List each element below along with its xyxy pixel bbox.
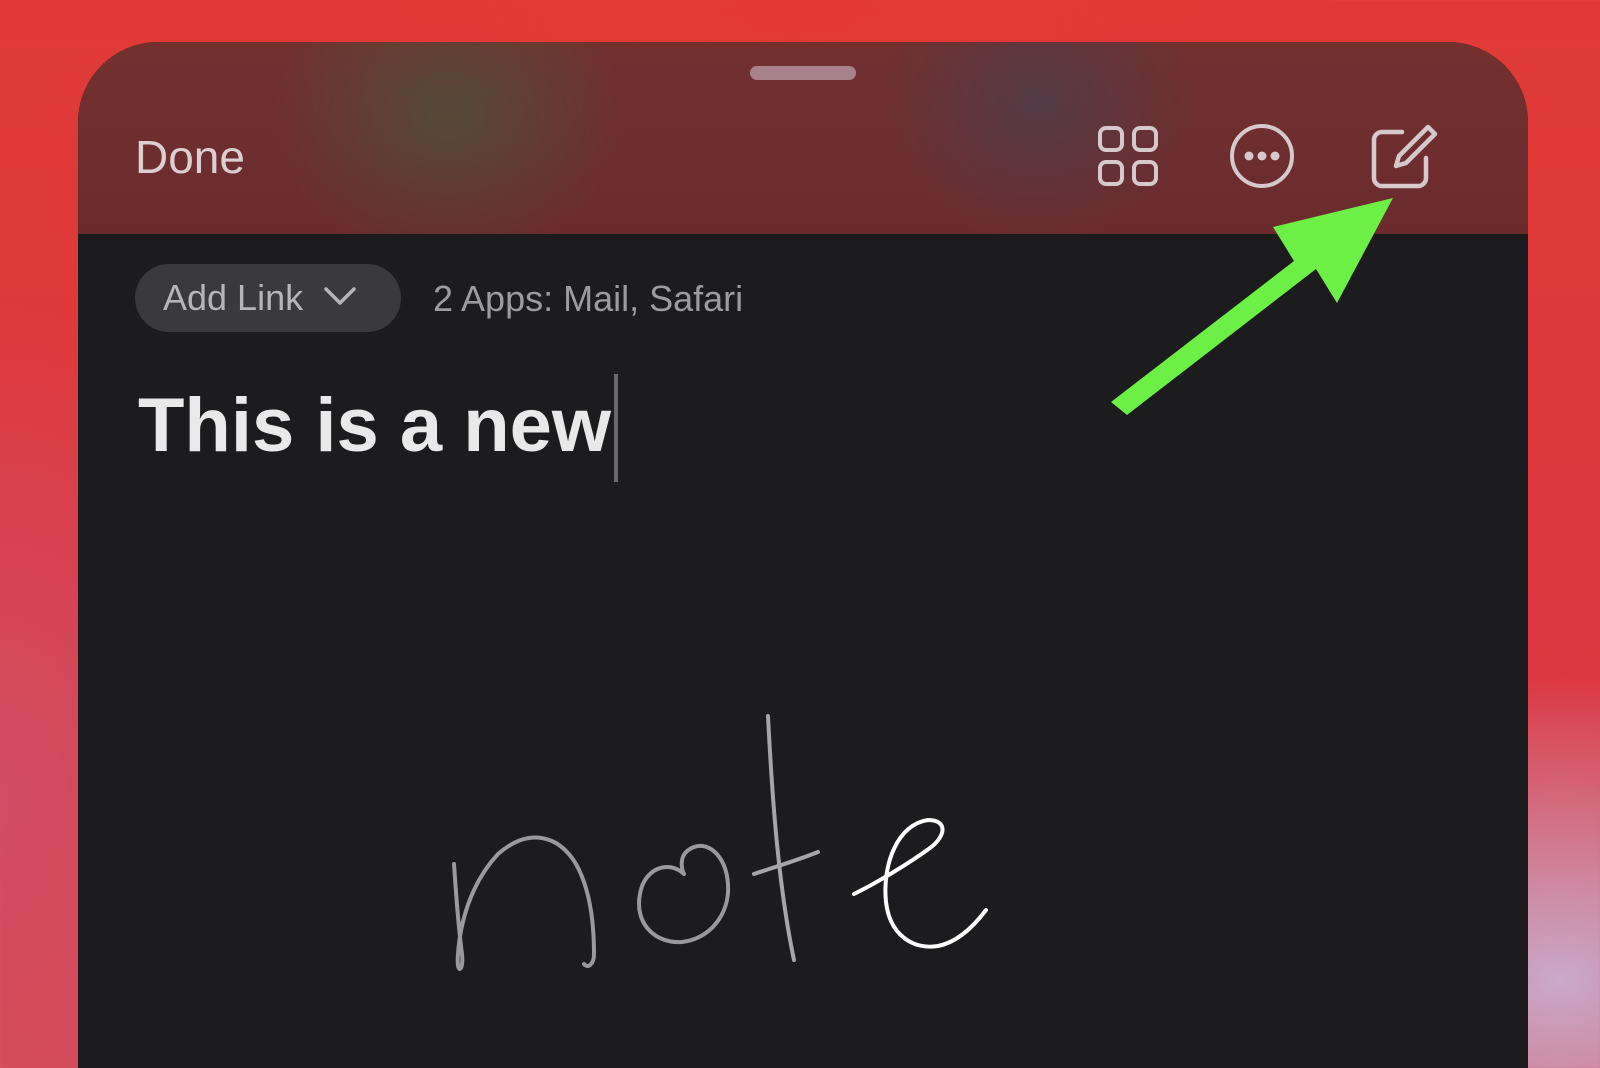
more-icon[interactable] <box>1228 122 1296 190</box>
panel-header: Done <box>78 42 1528 234</box>
done-button[interactable]: Done <box>135 130 245 184</box>
drag-handle[interactable] <box>750 66 856 80</box>
grid-icon[interactable] <box>1096 124 1160 188</box>
handwritten-note <box>452 714 988 971</box>
compose-icon[interactable] <box>1368 122 1440 194</box>
note-body[interactable]: Add Link 2 Apps: Mail, Safari This is a … <box>78 234 1528 1068</box>
quick-note-panel: Done Add Link 2 Apps: Mail, Safari This … <box>78 42 1528 1068</box>
